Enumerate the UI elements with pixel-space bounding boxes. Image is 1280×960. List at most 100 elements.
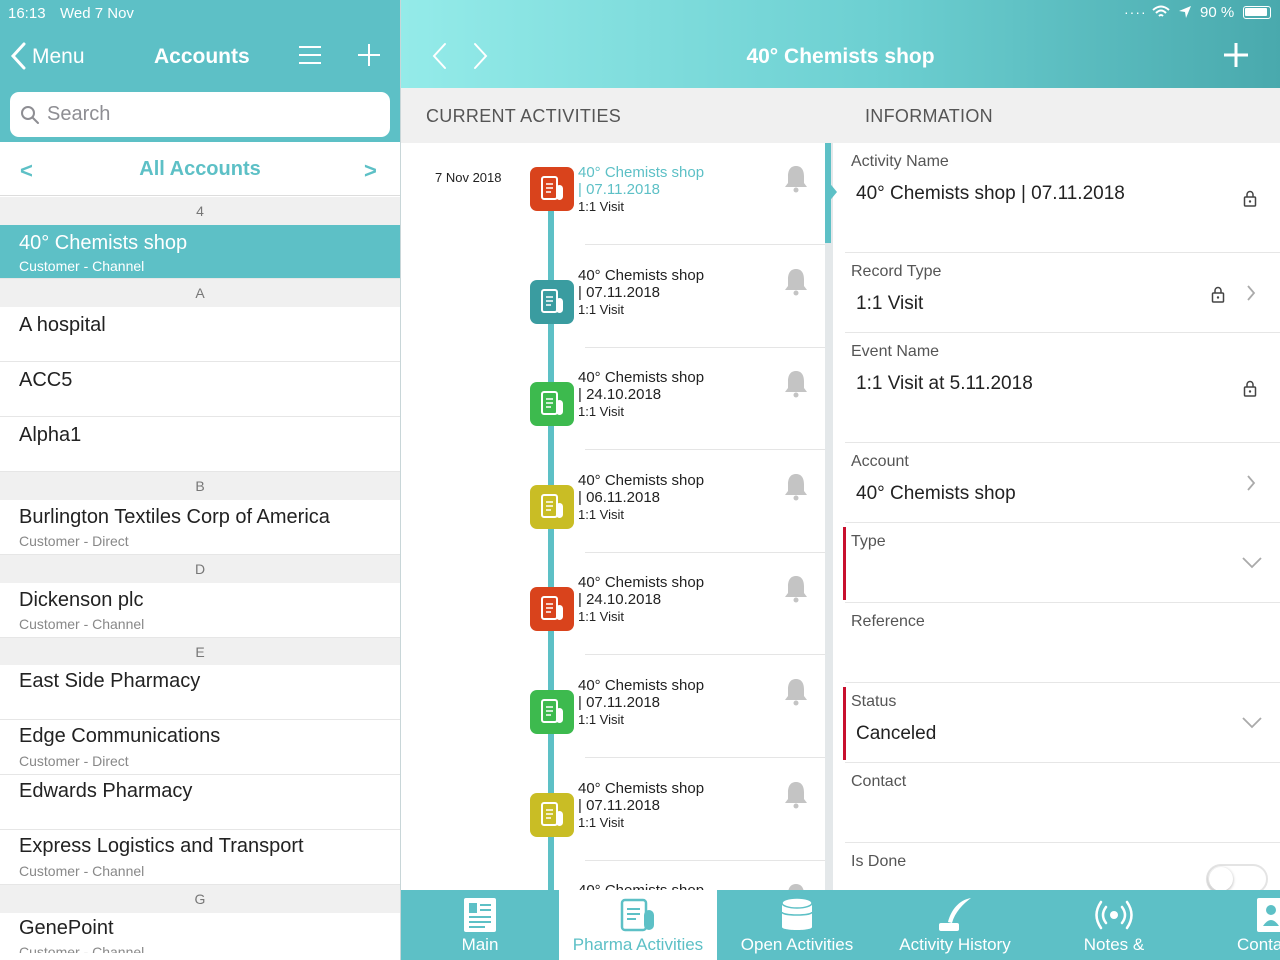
visit-icon: [530, 690, 574, 734]
visit-icon: [530, 792, 574, 837]
activity-item[interactable]: 40° Chemists shop | 07.11.2018 1:1 Visit: [530, 780, 825, 883]
search-input[interactable]: Search: [10, 92, 390, 137]
list-icon[interactable]: [298, 44, 322, 66]
bell-icon[interactable]: [782, 369, 810, 399]
lock-icon: [1243, 190, 1257, 207]
activity-type: 1:1 Visit: [578, 404, 625, 420]
account-row[interactable]: GenePoint Customer - Channel: [0, 913, 400, 953]
tab-activity-history[interactable]: Activity History: [876, 890, 1034, 960]
search-icon: [21, 106, 39, 124]
filter-label[interactable]: All Accounts: [0, 158, 400, 181]
chevron-down-icon: [1242, 717, 1262, 729]
chevron-left-icon: [10, 42, 26, 70]
activity-title: 40° Chemists shop: [578, 164, 705, 181]
current-activities-header: CURRENT ACTIVITIES: [401, 88, 827, 143]
battery-percent: 90 %: [1200, 4, 1235, 21]
activity-title: 40° Chemists shop: [578, 677, 705, 694]
bell-icon[interactable]: [782, 677, 810, 707]
tab-pharma-activities[interactable]: Pharma Activities: [559, 890, 717, 960]
activity-type: 1:1 Visit: [578, 712, 625, 727]
visit-icon: [530, 587, 574, 632]
activity-item[interactable]: 40° Chemists shop | 24.10.2018 1:1 Visit: [530, 369, 825, 472]
activity-item[interactable]: 40° Chemists shop: [530, 882, 825, 890]
account-sub: Customer - Channel: [19, 944, 145, 953]
detail-header: 40° Chemists shop ···· 90 %: [401, 0, 1280, 88]
accounts-title: Accounts: [154, 45, 250, 68]
chevron-right-icon: [1247, 475, 1256, 491]
account-name: East Side Pharmacy: [19, 670, 201, 692]
location-arrow-icon: [1179, 6, 1191, 18]
menu-back-label: Menu: [32, 45, 85, 68]
detail-title: 40° Chemists shop: [746, 45, 935, 68]
account-sub: Customer - Channel: [19, 616, 145, 632]
scroll-track: [825, 143, 833, 890]
add-account-icon[interactable]: [357, 43, 381, 67]
account-name: Edge Communications: [19, 725, 221, 747]
activity-type: 1:1 Visit: [578, 609, 625, 625]
signal-dots-icon: ····: [1124, 4, 1147, 20]
cylinder-icon: [781, 897, 813, 930]
account-name: ACC5: [19, 369, 73, 391]
bell-icon[interactable]: [782, 780, 810, 810]
tab-contacts[interactable]: Conta: [1193, 890, 1280, 960]
account-row-selected[interactable]: 40° Chemists shop Customer - Channel: [0, 225, 400, 279]
account-name: Alpha1: [19, 424, 82, 446]
field-type-select[interactable]: [845, 523, 1280, 602]
account-row[interactable]: ACC5: [0, 362, 400, 417]
bell-icon[interactable]: [782, 164, 810, 194]
tab-open-activities[interactable]: Open Activities: [718, 890, 876, 960]
activity-separator: [585, 449, 825, 451]
bell-icon[interactable]: [782, 574, 810, 604]
lock-icon: [1211, 286, 1225, 303]
activity-item[interactable]: 40° Chemists shop | 07.11.2018 1:1 Visit: [530, 677, 825, 780]
tab-main[interactable]: Main: [401, 890, 559, 960]
tab-notes[interactable]: Notes &: [1035, 890, 1193, 960]
account-name: Dickenson plc: [19, 589, 144, 611]
account-name: Express Logistics and Transport: [19, 835, 304, 857]
account-row[interactable]: Dickenson plc Customer - Channel: [0, 583, 400, 638]
account-row[interactable]: Edge Communications Customer - Direct: [0, 720, 400, 775]
lock-icon: [1243, 380, 1257, 397]
account-name: A hospital: [19, 314, 106, 336]
field-label-status: Status: [851, 693, 897, 710]
visit-icon: [530, 167, 574, 211]
account-row[interactable]: Express Logistics and Transport Customer…: [0, 830, 400, 885]
activity-title: 40° Chemists shop: [578, 471, 705, 489]
bell-icon[interactable]: [782, 267, 810, 297]
activity-item[interactable]: 40° Chemists shop | 06.11.2018 1:1 Visit: [530, 472, 825, 575]
account-row[interactable]: Alpha1: [0, 417, 400, 472]
activity-item[interactable]: 40° Chemists shop | 07.11.2018 1:1 Visit: [530, 267, 825, 370]
activity-item[interactable]: 40° Chemists shop | 24.10.2018 1:1 Visit: [530, 574, 825, 677]
activity-timeline: 40° Chemists shop | 07.11.2018 1:1 Visit 40…: [401, 143, 825, 890]
visit-icon: [530, 279, 574, 324]
activity-date-line: | 07.11.2018: [578, 181, 661, 198]
activity-item[interactable]: 40° Chemists shop | 07.11.2018 1:1 Visit: [530, 164, 825, 267]
bell-icon[interactable]: [782, 472, 810, 502]
section-header-g: G: [0, 885, 400, 913]
activity-separator: [585, 654, 825, 656]
filter-next-button[interactable]: >: [364, 158, 377, 184]
account-row[interactable]: Edwards Pharmacy: [0, 775, 400, 830]
field-label-contact: Contact: [851, 773, 907, 790]
broadcast-icon: [1095, 900, 1133, 930]
tab-label: Open Activities: [740, 935, 854, 954]
activity-type: 1:1 Visit: [578, 506, 625, 522]
menu-back-button[interactable]: Menu: [8, 40, 98, 74]
battery-icon: [1243, 6, 1271, 19]
chevron-down-icon: [1242, 557, 1262, 569]
activity-date-line: | 06.11.2018: [578, 488, 661, 506]
bell-icon[interactable]: [782, 882, 810, 890]
account-name: 40° Chemists shop: [19, 232, 188, 254]
account-row[interactable]: East Side Pharmacy: [0, 665, 400, 720]
activity-date-line: | 07.11.2018: [578, 283, 661, 301]
activity-title: 40° Chemists shop: [578, 266, 705, 284]
account-filter-bar: < All Accounts >: [0, 142, 400, 196]
account-row[interactable]: A hospital: [0, 307, 400, 362]
status-date: Wed 7 Nov: [60, 5, 134, 22]
field-contact[interactable]: [845, 763, 1280, 842]
activity-date-line: | 07.11.2018: [578, 796, 661, 814]
activity-title: 40° Chemists shop: [578, 574, 705, 592]
add-activity-icon[interactable]: [1223, 42, 1249, 68]
account-row[interactable]: Burlington Textiles Corp of America Cust…: [0, 500, 400, 555]
section-header-b: B: [0, 472, 400, 500]
